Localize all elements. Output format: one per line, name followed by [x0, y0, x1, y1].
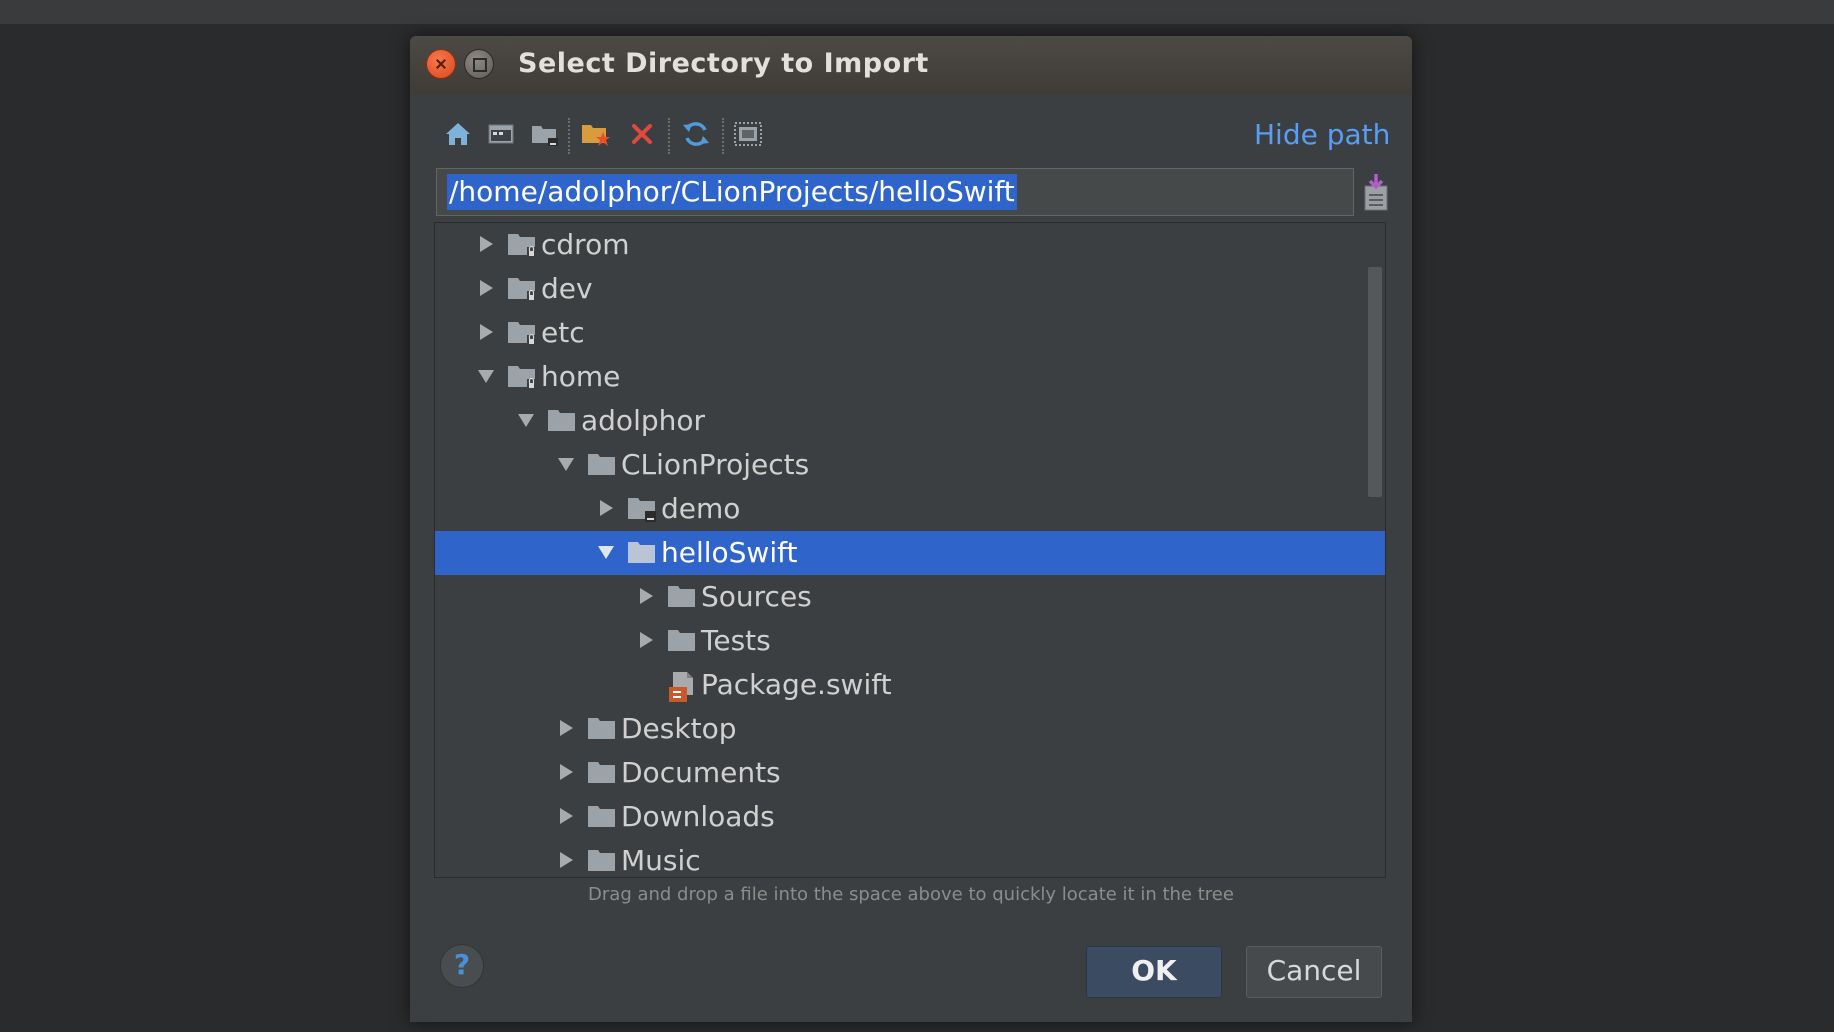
tree-item-label: dev — [541, 272, 593, 305]
tree-item-label: Downloads — [621, 800, 775, 833]
tree-item-label: demo — [661, 492, 741, 525]
tree-item-etc[interactable]: etc — [435, 311, 1385, 355]
folder-icon — [667, 627, 699, 655]
home-icon[interactable] — [440, 116, 476, 152]
select-directory-dialog: Select Directory to Import Hide path /ho… — [410, 36, 1412, 1022]
folder-icon — [627, 539, 659, 567]
path-history-button[interactable] — [1358, 172, 1394, 214]
show-hidden-icon[interactable] — [730, 116, 766, 152]
folder-icon — [587, 451, 619, 479]
toolbar-separator — [722, 118, 724, 154]
tree-item-label: helloSwift — [661, 536, 798, 569]
expand-arrow-icon[interactable] — [635, 585, 657, 607]
tree-item-desktop[interactable]: Desktop — [435, 707, 1385, 751]
expand-arrow-icon[interactable] — [555, 849, 577, 871]
tree-item-label: Desktop — [621, 712, 737, 745]
expand-arrow-icon[interactable] — [555, 717, 577, 739]
expand-arrow-icon[interactable] — [595, 497, 617, 519]
tree-item-label: adolphor — [581, 404, 706, 437]
collapse-arrow-icon[interactable] — [555, 453, 577, 475]
new-folder-icon[interactable] — [578, 116, 614, 152]
expand-arrow-icon[interactable] — [475, 321, 497, 343]
expand-arrow-icon[interactable] — [635, 629, 657, 651]
locked-folder-icon — [507, 231, 539, 259]
tree-item-label: Music — [621, 844, 701, 877]
tree-item-adolphor[interactable]: adolphor — [435, 399, 1385, 443]
tree-item-downloads[interactable]: Downloads — [435, 795, 1385, 839]
tree-item-documents[interactable]: Documents — [435, 751, 1385, 795]
swift-file-icon — [667, 671, 699, 702]
folder-icon — [587, 847, 619, 875]
folder-icon — [587, 759, 619, 787]
folder-icon — [587, 715, 619, 743]
drag-drop-hint: Drag and drop a file into the space abov… — [588, 884, 1234, 905]
locked-folder-icon — [507, 275, 539, 303]
path-input-selected-text: /home/adolphor/CLionProjects/helloSwift — [447, 174, 1017, 210]
locked-folder-icon — [507, 363, 539, 391]
toolbar-separator — [568, 118, 570, 154]
folder-icon — [547, 407, 579, 435]
collapse-arrow-icon[interactable] — [475, 365, 497, 387]
tree-scrollbar[interactable] — [1368, 267, 1382, 497]
tree-item-label: cdrom — [541, 228, 630, 261]
ok-button[interactable]: OK — [1086, 946, 1222, 998]
dialog-title: Select Directory to Import — [518, 48, 929, 79]
expand-arrow-icon[interactable] — [475, 233, 497, 255]
path-input[interactable]: /home/adolphor/CLionProjects/helloSwift — [436, 168, 1354, 216]
tree-item-cdrom[interactable]: cdrom — [435, 223, 1385, 267]
tree-item-package-swift[interactable]: Package.swift — [435, 663, 1385, 707]
cancel-button[interactable]: Cancel — [1246, 946, 1382, 998]
window-close-button[interactable] — [426, 49, 456, 79]
expand-arrow-icon[interactable] — [475, 277, 497, 299]
project-folder-icon — [627, 495, 659, 523]
help-button[interactable]: ? — [440, 944, 484, 988]
expand-arrow-icon[interactable] — [555, 761, 577, 783]
folder-icon — [667, 583, 699, 611]
locked-folder-icon — [507, 319, 539, 347]
expand-arrow-icon[interactable] — [555, 805, 577, 827]
directory-tree[interactable]: cdrom dev etc home adolphor CLionProject… — [434, 222, 1386, 878]
desktop-top-bar — [0, 0, 1834, 24]
tree-item-label: home — [541, 360, 621, 393]
tree-item-dev[interactable]: dev — [435, 267, 1385, 311]
tree-item-label: Sources — [701, 580, 812, 613]
title-bar: Select Directory to Import — [410, 36, 1412, 94]
collapse-arrow-icon[interactable] — [595, 541, 617, 563]
tree-item-music[interactable]: Music — [435, 839, 1385, 877]
tree-item-label: Package.swift — [701, 668, 892, 701]
folder-icon — [587, 803, 619, 831]
tree-item-label: Documents — [621, 756, 781, 789]
hide-path-link[interactable]: Hide path — [1254, 118, 1390, 151]
tree-item-label: Tests — [701, 624, 771, 657]
project-folder-icon[interactable] — [527, 116, 563, 152]
delete-icon[interactable] — [624, 116, 660, 152]
tree-item-sources[interactable]: Sources — [435, 575, 1385, 619]
refresh-icon[interactable] — [678, 116, 714, 152]
toolbar-separator — [668, 118, 670, 154]
tree-item-tests[interactable]: Tests — [435, 619, 1385, 663]
window-maximize-button[interactable] — [464, 49, 494, 79]
tree-item-helloswift[interactable]: helloSwift — [435, 531, 1385, 575]
tree-item-demo[interactable]: demo — [435, 487, 1385, 531]
desktop-icon[interactable] — [483, 116, 519, 152]
tree-item-label: CLionProjects — [621, 448, 810, 481]
tree-item-clionprojects[interactable]: CLionProjects — [435, 443, 1385, 487]
tree-item-home[interactable]: home — [435, 355, 1385, 399]
tree-item-label: etc — [541, 316, 585, 349]
collapse-arrow-icon[interactable] — [515, 409, 537, 431]
